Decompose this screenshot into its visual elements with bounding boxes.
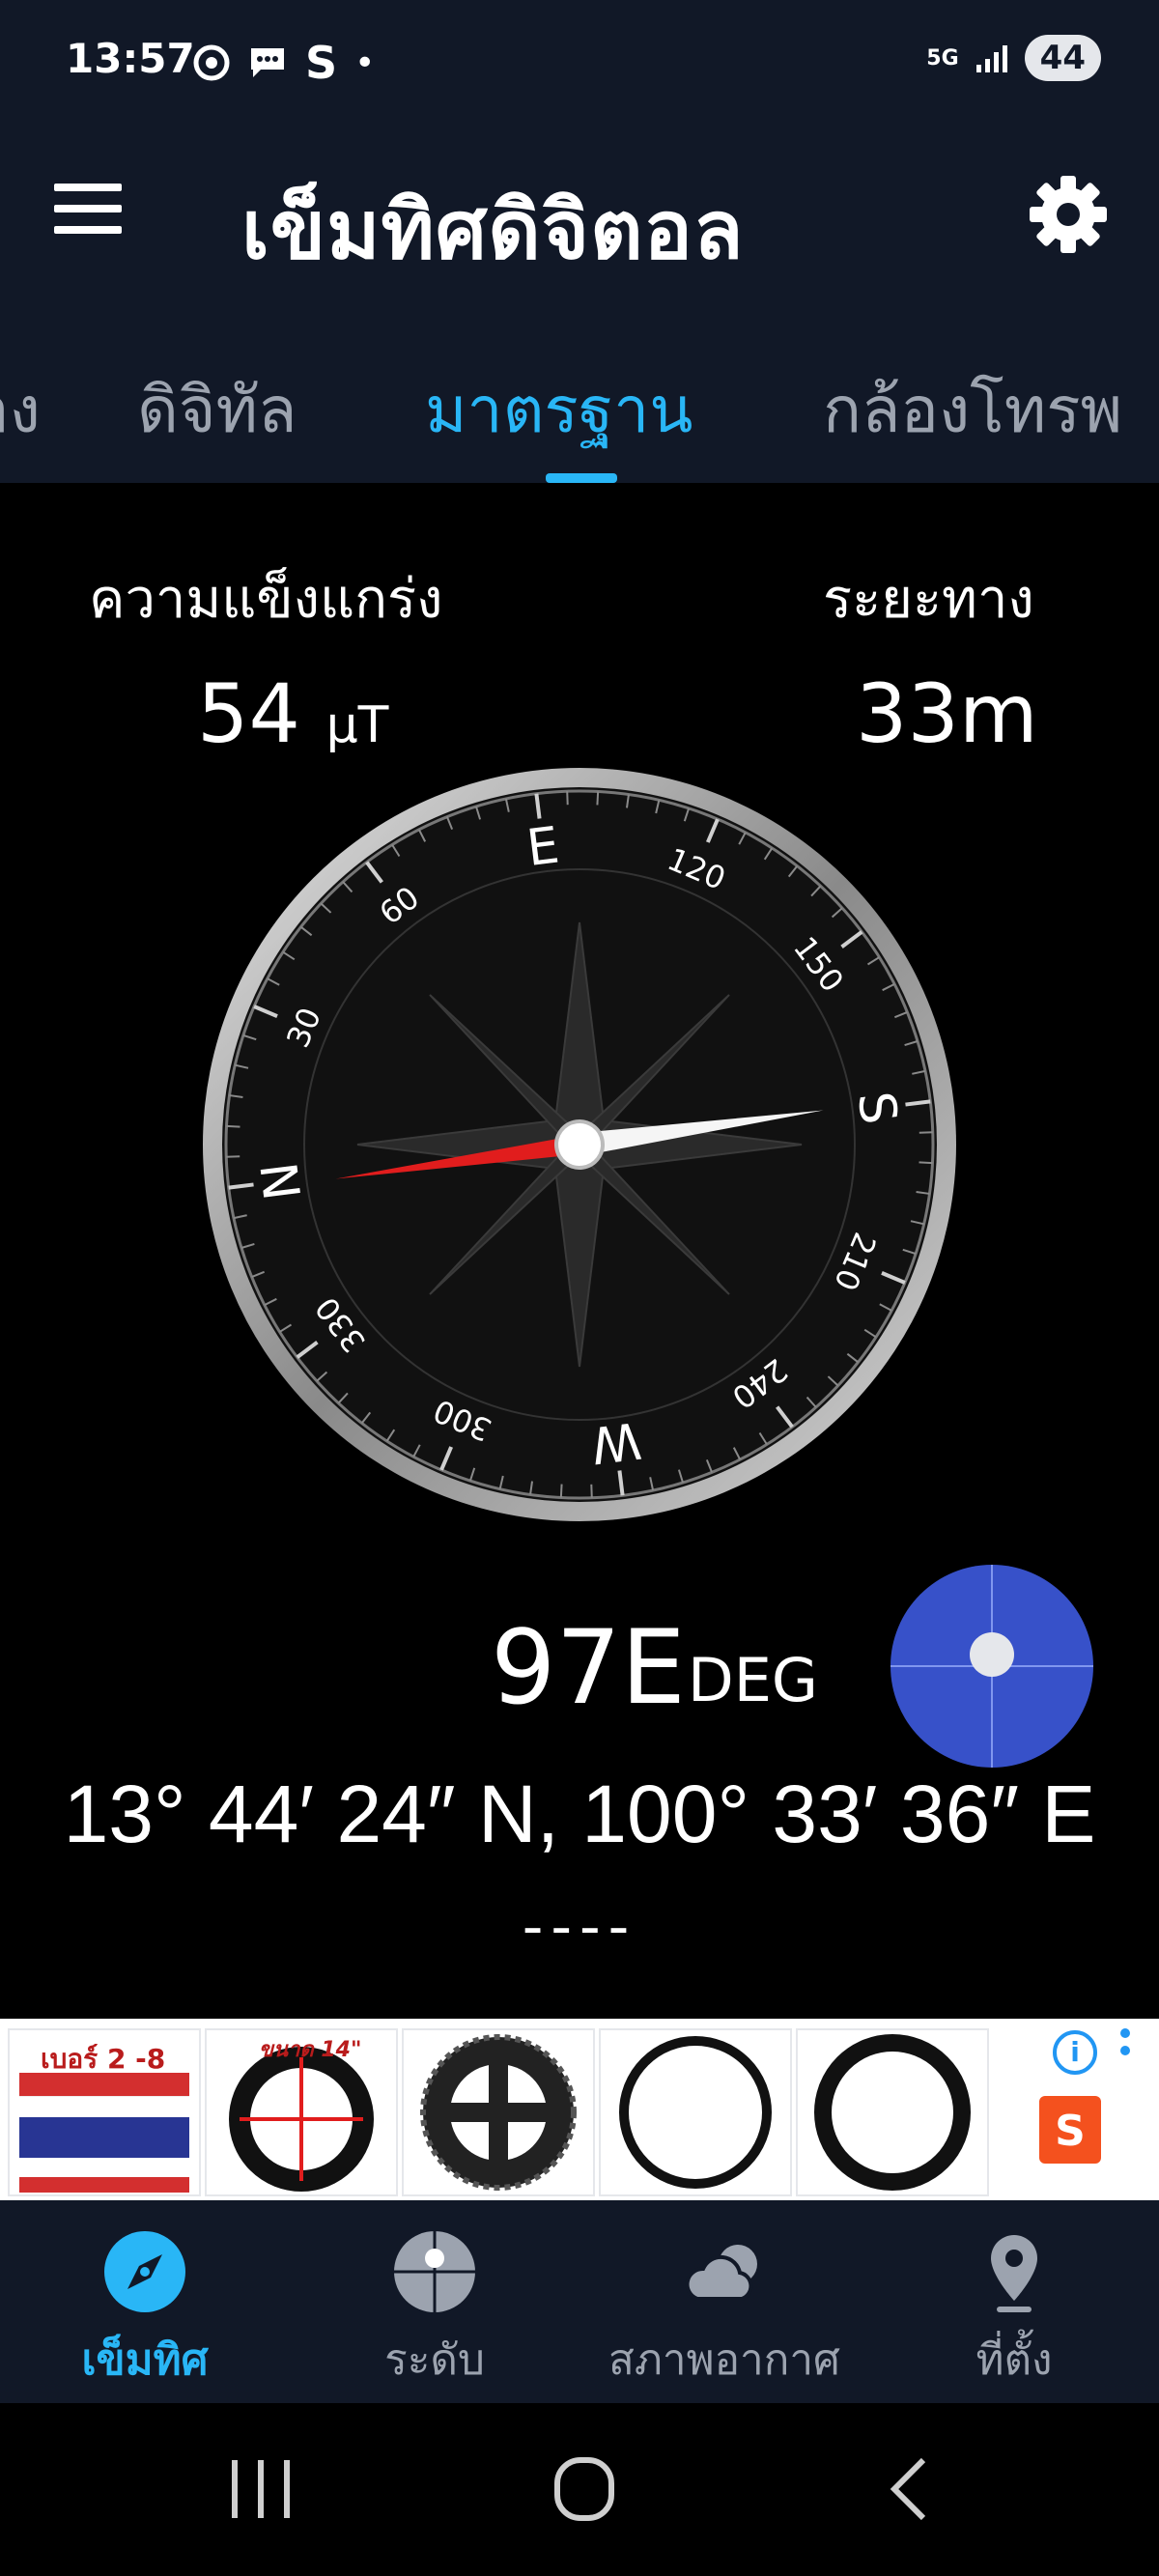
strength-value: 54: [197, 666, 300, 761]
active-tab-indicator: [546, 473, 617, 483]
ad-tire-caption: ขนาด 14": [259, 2038, 362, 2062]
cloud-icon: [685, 2245, 757, 2301]
gear-icon[interactable]: [1026, 172, 1111, 257]
network-label: 5G: [926, 45, 959, 71]
signal-icon: [975, 45, 1007, 72]
app-title: เข็มทิศดิจิตอล: [241, 183, 745, 277]
level-icon: [394, 2231, 475, 2312]
compass-tick: [596, 791, 600, 806]
chat-bubble-icon: [251, 48, 284, 77]
bubble-level: [890, 1565, 1093, 1768]
compass-tick: [559, 1484, 563, 1498]
distance-label: ระยะทาง: [823, 568, 1034, 631]
compass-cardinal: W: [588, 1410, 644, 1474]
ad-flag-caption: เบอร์ 2 -8: [41, 2043, 166, 2075]
nav-compass[interactable]: เข็มทิศ: [0, 2200, 290, 2403]
battery-level: 44: [1024, 35, 1101, 81]
compass-cardinal: N: [251, 1159, 313, 1203]
app-bar: เข็มทิศดิจิตอล: [0, 126, 1159, 309]
nav-location-label: ที่ตั้ง: [975, 2335, 1053, 2385]
compass-dial: NESW3060120150210240300330: [203, 768, 956, 1521]
chrome-icon: [193, 44, 230, 81]
location-pin-icon: [991, 2235, 1037, 2312]
compass-icon: [104, 2231, 185, 2312]
strength-unit: µT: [325, 696, 389, 754]
ad-product-ring[interactable]: [599, 2028, 792, 2196]
shopee-bag-icon[interactable]: S: [1039, 2096, 1101, 2164]
nav-level-label: ระดับ: [384, 2335, 485, 2385]
address-text: ----: [522, 1893, 637, 1961]
tab-bar: อง ดิจิทัล มาตรฐาน กล้องโทรพ: [0, 309, 1159, 483]
status-time: 13:57: [66, 35, 195, 82]
tab-standard[interactable]: มาตรฐาน: [425, 359, 693, 461]
strength-value-group: 54 µT: [197, 666, 388, 761]
system-navigation-bar: [0, 2403, 1159, 2576]
coordinates: 13° 44′ 24″ N, 100° 33′ 36″ E: [63, 1769, 1096, 1859]
heading-unit: DEG: [688, 1645, 818, 1715]
nav-weather[interactable]: สภาพอากาศ: [580, 2200, 869, 2403]
ad-more-icon[interactable]: [1120, 2028, 1130, 2063]
ad-info-icon[interactable]: i: [1053, 2030, 1097, 2075]
ad-product-chainring[interactable]: [402, 2028, 595, 2196]
back-icon[interactable]: [850, 2446, 966, 2533]
notification-icons: S •: [193, 37, 375, 89]
nav-compass-label: เข็มทิศ: [81, 2335, 209, 2385]
ad-product-flag[interactable]: เบอร์ 2 -8: [8, 2028, 201, 2196]
strength-label: ความแข็งแกร่ง: [89, 568, 443, 631]
dot-icon: •: [354, 42, 376, 83]
tab-previous[interactable]: อง: [0, 359, 41, 461]
tab-digital[interactable]: ดิจิทัล: [137, 359, 297, 461]
ad-product-rim[interactable]: [796, 2028, 989, 2196]
nav-level[interactable]: ระดับ: [290, 2200, 580, 2403]
level-bubble: [970, 1632, 1014, 1677]
s-app-icon: S: [305, 37, 338, 89]
ad-product-tire[interactable]: ขนาด 14": [205, 2028, 398, 2196]
status-bar: 13:57 S • 5G 44: [0, 0, 1159, 126]
home-icon[interactable]: [526, 2446, 642, 2533]
status-right: 5G 44: [926, 35, 1101, 81]
recent-apps-icon[interactable]: [203, 2446, 319, 2533]
nav-location[interactable]: ที่ตั้ง: [869, 2200, 1159, 2403]
tab-telescope[interactable]: กล้องโทรพ: [823, 359, 1122, 461]
compass-tick: [919, 1161, 933, 1165]
menu-icon[interactable]: [54, 184, 122, 241]
nav-weather-label: สภาพอากาศ: [608, 2335, 840, 2385]
compass-tick: [226, 1124, 240, 1128]
heading-value: 97E: [491, 1608, 686, 1727]
bottom-navigation: เข็มทิศ ระดับ สภาพอากาศ ที่ตั้ง: [0, 2200, 1159, 2403]
distance-value: 33m: [856, 666, 1038, 761]
ad-banner[interactable]: เบอร์ 2 -8 ขนาด 14" i S: [0, 2019, 1159, 2200]
